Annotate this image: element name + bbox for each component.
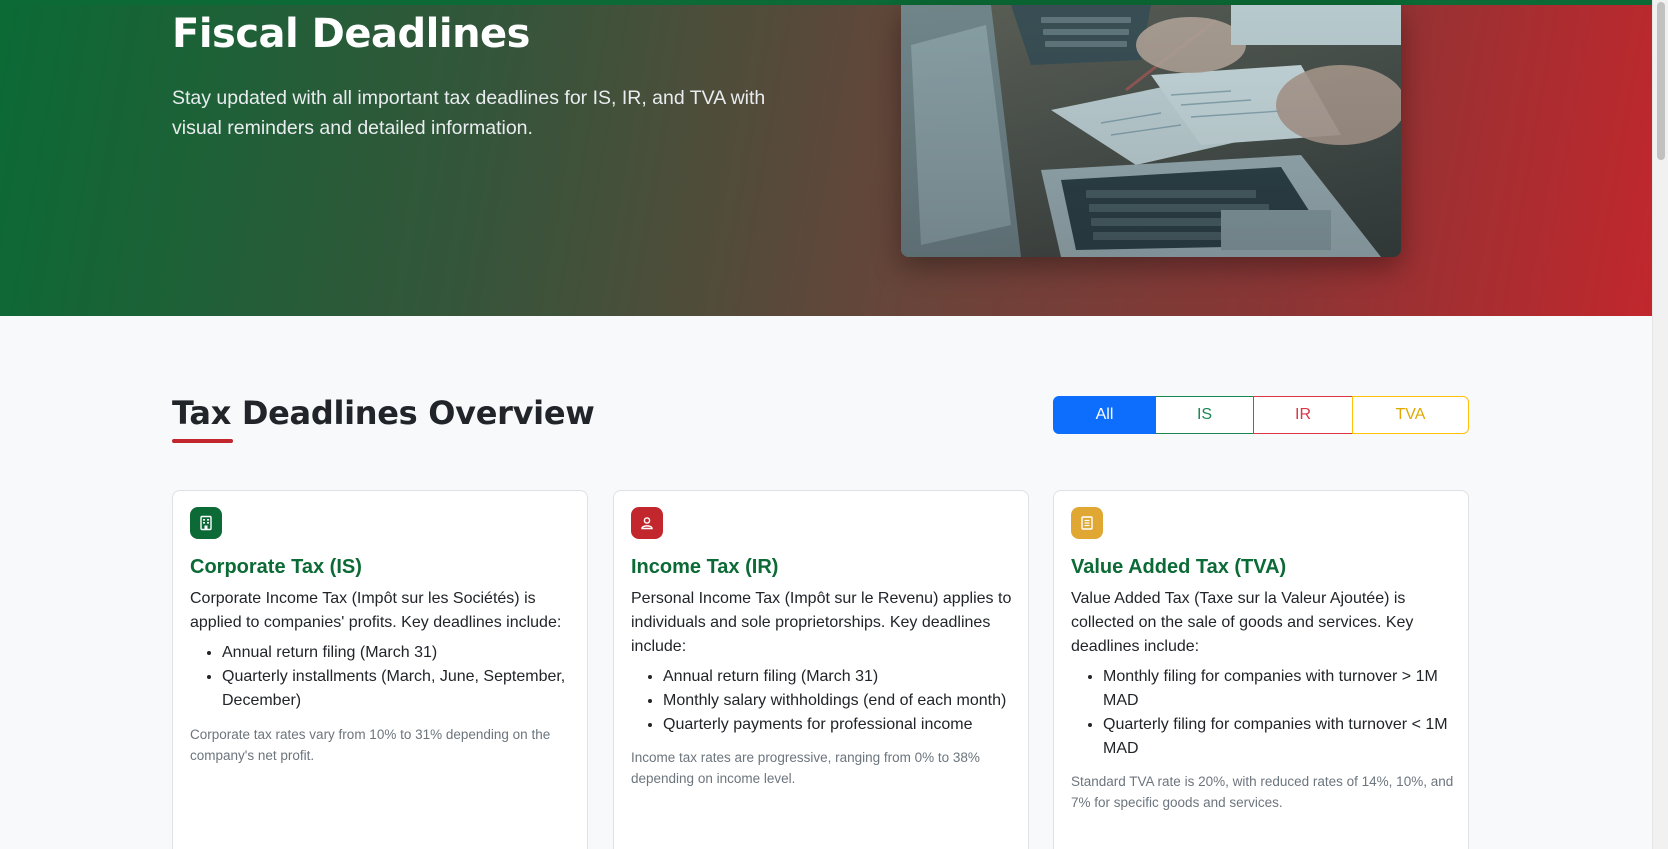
person-icon <box>631 507 663 539</box>
deadline-list: Annual return filing (March 31) Monthly … <box>663 665 1028 737</box>
card-note: Corporate tax rates vary from 10% to 31%… <box>190 727 551 763</box>
card-note: Income tax rates are progressive, rangin… <box>631 750 980 786</box>
page: Fiscal Deadlines Stay updated with all i… <box>0 0 1668 849</box>
filter-ir-button[interactable]: IR <box>1253 396 1353 434</box>
list-item: Quarterly installments (March, June, Sep… <box>222 665 587 713</box>
list-item: Annual return filing (March 31) <box>222 641 587 665</box>
filter-tva-button[interactable]: TVA <box>1352 396 1469 434</box>
filter-is-button[interactable]: IS <box>1155 396 1254 434</box>
card-value-added-tax: Value Added Tax (TVA) Value Added Tax (T… <box>1053 490 1469 849</box>
deadline-list: Annual return filing (March 31) Quarterl… <box>222 641 587 713</box>
hero-image-laptop-paperwork <box>901 5 1401 257</box>
list-item: Monthly salary withholdings (end of each… <box>663 689 1028 713</box>
hero-subtitle: Stay updated with all important tax dead… <box>172 87 766 139</box>
list-item: Quarterly filing for companies with turn… <box>1103 713 1468 761</box>
card-corporate-tax: Corporate Tax (IS) Corporate Income Tax … <box>172 490 588 849</box>
card-description: Personal Income Tax (Impôt sur le Revenu… <box>631 590 1012 655</box>
title-accent-underline <box>172 439 233 443</box>
card-description: Value Added Tax (Taxe sur la Valeur Ajou… <box>1071 590 1414 655</box>
receipt-icon <box>1071 507 1103 539</box>
card-title: Value Added Tax (TVA) <box>1071 556 1287 578</box>
card-note: Standard TVA rate is 20%, with reduced r… <box>1071 774 1454 810</box>
building-icon <box>190 507 222 539</box>
list-item: Quarterly payments for professional inco… <box>663 713 1028 737</box>
section-title: Tax Deadlines Overview <box>172 394 595 432</box>
hero-banner: Fiscal Deadlines Stay updated with all i… <box>0 0 1652 316</box>
filter-all-button[interactable]: All <box>1053 396 1156 434</box>
card-title: Corporate Tax (IS) <box>190 556 362 578</box>
scrollbar-thumb[interactable] <box>1657 2 1665 160</box>
hero-title: Fiscal Deadlines <box>172 11 530 57</box>
page-scrollbar[interactable] <box>1652 0 1668 849</box>
list-item: Monthly filing for companies with turnov… <box>1103 665 1468 713</box>
card-title: Income Tax (IR) <box>631 556 779 578</box>
card-income-tax: Income Tax (IR) Personal Income Tax (Imp… <box>613 490 1029 849</box>
tax-filter-group: All IS IR TVA <box>1053 396 1470 434</box>
card-description: Corporate Income Tax (Impôt sur les Soci… <box>190 590 562 631</box>
deadline-list: Monthly filing for companies with turnov… <box>1103 665 1468 761</box>
list-item: Annual return filing (March 31) <box>663 665 1028 689</box>
